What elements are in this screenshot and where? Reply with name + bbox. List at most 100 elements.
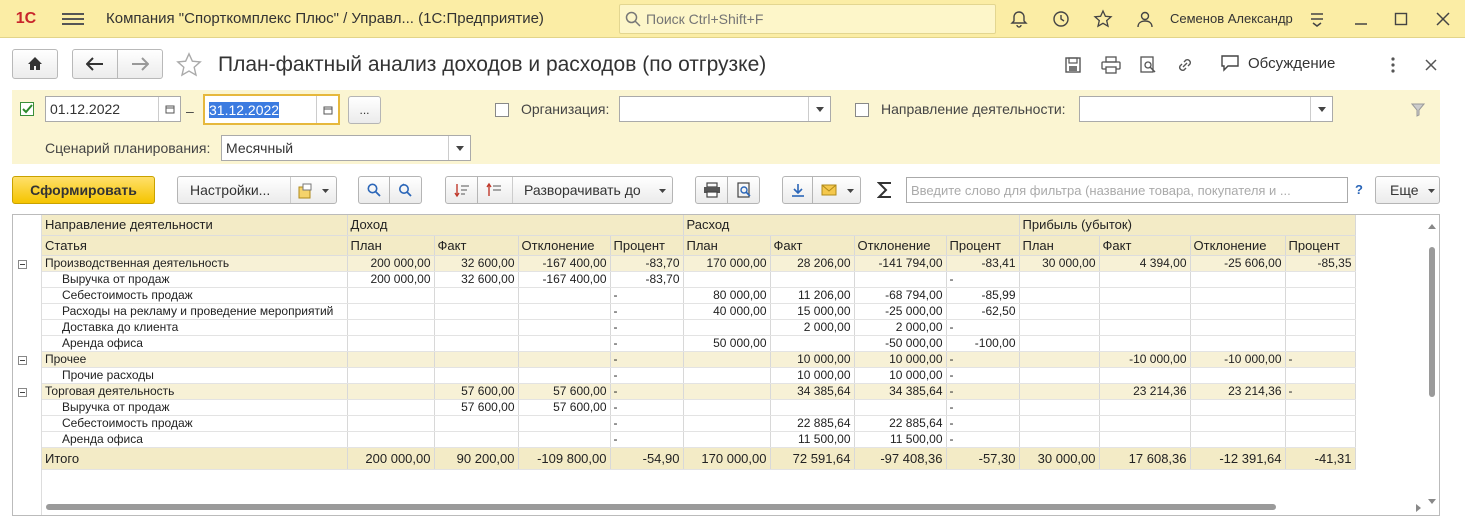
cell-value[interactable]: -	[946, 431, 1020, 448]
cell-value[interactable]	[854, 271, 947, 288]
cell-value[interactable]	[518, 367, 611, 384]
cell-value[interactable]	[854, 399, 947, 416]
cell-value[interactable]: 2 000,00	[770, 319, 855, 336]
global-search[interactable]	[619, 4, 996, 34]
row-label[interactable]: Аренда офиса	[42, 335, 348, 352]
cell-value[interactable]: 10 000,00	[854, 367, 947, 384]
cell-value[interactable]	[1099, 287, 1191, 304]
horizontal-scroll-thumb[interactable]	[46, 504, 1276, 510]
cell-value[interactable]	[347, 351, 435, 368]
row-label[interactable]: Себестоимость продаж	[42, 415, 348, 432]
scroll-down-icon[interactable]	[1428, 499, 1436, 505]
cell-value[interactable]	[1190, 367, 1286, 384]
table-row[interactable]: Доставка до клиента -2 000,00 2 000,00-	[42, 319, 1356, 336]
vertical-scroll-thumb[interactable]	[1429, 247, 1435, 397]
cell-value[interactable]: -	[610, 431, 684, 448]
user-icon[interactable]	[1134, 8, 1156, 30]
cell-value[interactable]	[770, 399, 855, 416]
cell-value[interactable]: -141 794,00	[854, 255, 947, 272]
cell-value[interactable]	[1190, 431, 1286, 448]
cell-value[interactable]: -	[610, 383, 684, 400]
cell-value[interactable]	[1099, 335, 1191, 352]
chevron-down-icon[interactable]	[1310, 97, 1332, 121]
cell-value[interactable]	[1285, 367, 1356, 384]
cell-value[interactable]: 23 214,36	[1099, 383, 1191, 400]
total-value[interactable]: 17 608,36	[1099, 446, 1191, 470]
cell-value[interactable]	[683, 271, 771, 288]
cell-value[interactable]	[1019, 287, 1100, 304]
cell-value[interactable]	[518, 287, 611, 304]
row-label[interactable]: Выручка от продаж	[42, 271, 348, 288]
total-value[interactable]: -109 800,00	[518, 446, 611, 470]
cell-value[interactable]: -85,35	[1285, 255, 1356, 272]
organization-field[interactable]	[619, 96, 831, 122]
total-value[interactable]: 170 000,00	[683, 446, 771, 470]
total-value[interactable]: -54,90	[610, 446, 684, 470]
cell-value[interactable]: 57 600,00	[434, 383, 519, 400]
cell-value[interactable]: -68 794,00	[854, 287, 947, 304]
row-label[interactable]: Доставка до клиента	[42, 319, 348, 336]
settings-menu-icon[interactable]	[1306, 8, 1328, 30]
cell-value[interactable]: -83,70	[610, 271, 684, 288]
total-label[interactable]: Итого	[42, 446, 348, 470]
cell-value[interactable]: -25 000,00	[854, 303, 947, 320]
cell-value[interactable]	[347, 383, 435, 400]
table-row[interactable]: Аренда офиса -11 500,00 11 500,00-	[42, 431, 1356, 448]
print-report-button[interactable]	[695, 176, 728, 204]
cell-value[interactable]	[1099, 319, 1191, 336]
cell-value[interactable]: -	[610, 399, 684, 416]
cell-value[interactable]	[1019, 271, 1100, 288]
cell-value[interactable]	[1019, 383, 1100, 400]
cell-value[interactable]	[1019, 415, 1100, 432]
collapse-group-icon[interactable]	[18, 388, 27, 397]
row-label[interactable]: Аренда офиса	[42, 431, 348, 448]
chevron-down-icon[interactable]	[808, 97, 830, 121]
cell-value[interactable]: -	[946, 351, 1020, 368]
cell-value[interactable]: 40 000,00	[683, 303, 771, 320]
cell-value[interactable]	[518, 319, 611, 336]
cell-value[interactable]	[434, 367, 519, 384]
cell-value[interactable]: 11 500,00	[770, 431, 855, 448]
row-label[interactable]: Прочее	[42, 351, 348, 368]
cell-value[interactable]: 11 500,00	[854, 431, 947, 448]
total-value[interactable]: 90 200,00	[434, 446, 519, 470]
close-form-icon[interactable]	[1425, 59, 1437, 71]
report-filter-input[interactable]: Введите слово для фильтра (название това…	[906, 177, 1348, 203]
group-row[interactable]: Торговая деятельность 57 600,00 57 600,00-…	[42, 383, 1356, 400]
discussion-button[interactable]: Обсуждение	[1220, 54, 1335, 72]
cell-value[interactable]: -83,41	[946, 255, 1020, 272]
save-file-button[interactable]	[782, 176, 813, 204]
favorites-star-icon[interactable]	[1092, 8, 1114, 30]
cell-value[interactable]: 30 000,00	[1019, 255, 1100, 272]
more-vertical-icon[interactable]	[1390, 56, 1396, 74]
cell-value[interactable]	[1285, 303, 1356, 320]
send-email-button[interactable]	[812, 176, 861, 204]
cell-value[interactable]	[683, 319, 771, 336]
row-label[interactable]: Выручка от продаж	[42, 399, 348, 416]
cell-value[interactable]	[1190, 415, 1286, 432]
maximize-icon[interactable]	[1390, 8, 1412, 30]
cell-value[interactable]: -	[946, 383, 1020, 400]
cell-value[interactable]	[434, 287, 519, 304]
cell-value[interactable]	[347, 399, 435, 416]
cell-value[interactable]	[518, 335, 611, 352]
favorite-star-icon[interactable]	[175, 51, 203, 79]
more-actions-button[interactable]: Еще	[1375, 176, 1440, 204]
cell-value[interactable]: -	[610, 351, 684, 368]
cell-value[interactable]: -167 400,00	[518, 255, 611, 272]
row-label[interactable]: Себестоимость продаж	[42, 287, 348, 304]
cell-value[interactable]	[1099, 399, 1191, 416]
date-to-field[interactable]: 31.12.2022	[203, 94, 340, 125]
direction-field[interactable]	[1079, 96, 1333, 122]
cell-value[interactable]: 32 600,00	[434, 255, 519, 272]
cell-value[interactable]: -62,50	[946, 303, 1020, 320]
global-search-input[interactable]	[646, 10, 986, 28]
close-window-icon[interactable]	[1432, 8, 1454, 30]
expand-to-button[interactable]: Разворачивать до	[477, 176, 673, 204]
cell-value[interactable]	[518, 431, 611, 448]
cell-value[interactable]: 50 000,00	[683, 335, 771, 352]
table-row[interactable]: Выручка от продаж 200 000,00 32 600,00 -167…	[42, 271, 1356, 288]
cell-value[interactable]: -	[946, 319, 1020, 336]
cell-value[interactable]	[347, 303, 435, 320]
cell-value[interactable]	[434, 335, 519, 352]
